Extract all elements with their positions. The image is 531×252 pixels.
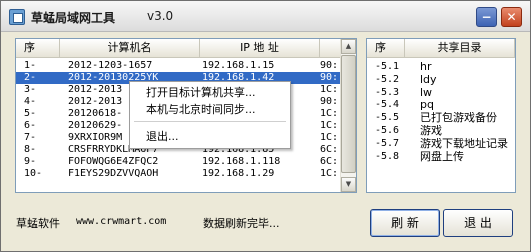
- row-ip-address: 192.168.1.15: [202, 60, 275, 71]
- row-extra: 90:: [320, 96, 339, 107]
- column-header-share-index[interactable]: 序: [367, 39, 405, 58]
- column-header-index[interactable]: 序: [16, 39, 60, 58]
- vertical-scrollbar[interactable]: ▲ ▼: [340, 39, 356, 192]
- list-item[interactable]: -5.8 网盘上传: [367, 151, 515, 163]
- menu-item-open-share[interactable]: 打开目标计算机共享...: [146, 85, 256, 101]
- menu-item-exit[interactable]: 退出...: [146, 129, 179, 145]
- list-item[interactable]: -5.7 游戏下载地址记录: [367, 138, 515, 150]
- list-item[interactable]: -5.3 lw: [367, 87, 515, 99]
- column-header-extra[interactable]: [320, 39, 342, 58]
- row-index: 7-: [24, 132, 37, 143]
- scroll-down-arrow-icon[interactable]: ▼: [341, 177, 356, 192]
- row-computer-name: FOFOWQG6E4ZFQC2: [68, 156, 159, 167]
- share-list[interactable]: 序 共享目录 -5.1 hr -5.2 ldy -5.3 lw -5.4 pq -5.5 已打包游…: [366, 38, 516, 193]
- menu-separator: [134, 121, 286, 122]
- column-header-ip-address[interactable]: IP 地 址: [200, 39, 320, 58]
- row-index: 5-: [24, 108, 37, 119]
- share-index: -5.1: [375, 61, 400, 72]
- share-dir-name: ldy: [420, 73, 437, 86]
- row-index: 4-: [24, 96, 37, 107]
- row-extra: 6C:: [320, 156, 339, 167]
- website-link[interactable]: www.crwmart.com: [76, 216, 166, 227]
- row-extra: 1C:: [320, 84, 339, 95]
- row-extra: 90:: [320, 72, 339, 83]
- scrollbar-thumb[interactable]: [341, 55, 356, 173]
- refresh-button[interactable]: 刷 新: [370, 209, 440, 237]
- app-icon: [9, 9, 25, 25]
- share-index: -5.3: [375, 86, 400, 98]
- row-index: 2-: [24, 72, 37, 83]
- column-header-computer-name[interactable]: 计算机名: [60, 39, 200, 58]
- table-row[interactable]: 9- FOFOWQG6E4ZFQC2 192.168.1.118 6C:: [16, 156, 340, 168]
- minimize-button[interactable]: −: [476, 7, 497, 27]
- row-index: 9-: [24, 156, 37, 167]
- row-extra: 1C:: [320, 168, 339, 179]
- row-computer-name: 2012-1203-1657: [68, 60, 153, 71]
- share-dir-name: 游戏: [420, 125, 442, 137]
- row-extra: 6C:: [320, 144, 339, 155]
- brand-label: 草蜢软件: [16, 217, 60, 230]
- share-index: -5.7: [375, 137, 400, 149]
- minimize-icon: −: [481, 10, 492, 24]
- row-index: 8-: [24, 144, 37, 155]
- row-ip-address: 192.168.1.29: [202, 168, 275, 179]
- list-item[interactable]: -5.4 pq: [367, 99, 515, 111]
- row-ip-address: 192.168.1.118: [202, 156, 281, 167]
- share-dir-name: hr: [420, 61, 432, 73]
- column-header-share-dir[interactable]: 共享目录: [405, 39, 515, 58]
- exit-button[interactable]: 退 出: [443, 209, 513, 237]
- row-extra: 1C:: [320, 120, 339, 131]
- share-dir-name: 网盘上传: [420, 150, 464, 163]
- row-index: 3-: [24, 84, 37, 95]
- row-index: 6-: [24, 120, 37, 131]
- row-index: 10-: [24, 168, 43, 179]
- menu-item-sync-time[interactable]: 本机与北京时间同步...: [146, 102, 256, 118]
- share-index: -5.6: [375, 125, 400, 136]
- close-icon: ✕: [506, 10, 517, 24]
- row-extra: 90:: [320, 60, 339, 71]
- close-button[interactable]: ✕: [501, 7, 522, 27]
- window-title: 草蜢局域网工具: [31, 11, 116, 25]
- window-version: v3.0: [147, 9, 174, 23]
- row-extra: 1C:: [320, 132, 339, 143]
- table-row[interactable]: 10- F1EYS29DZVVQAOH 192.168.1.29 1C:: [16, 168, 340, 180]
- row-computer-name: F1EYS29DZVVQAOH: [68, 168, 159, 179]
- share-dir-name: lw: [420, 86, 433, 99]
- share-dir-name: 已打包游戏备份: [420, 112, 497, 125]
- list-item[interactable]: -5.6 游戏: [367, 125, 515, 137]
- share-dir-name: pq: [420, 99, 434, 112]
- status-text: 数据刷新完毕...: [203, 217, 280, 230]
- share-index: -5.4: [375, 99, 400, 111]
- share-index: -5.2: [375, 73, 400, 85]
- share-dir-name: 游戏下载地址记录: [420, 137, 508, 150]
- app-window: 草蜢局域网工具 v3.0 − ✕ 序 计算机名 IP 地 址 1- 2012-12…: [0, 0, 531, 252]
- list-item[interactable]: -5.2 ldy: [367, 74, 515, 86]
- row-index: 1-: [24, 60, 37, 71]
- scroll-up-arrow-icon[interactable]: ▲: [341, 39, 356, 54]
- row-extra: 1C:: [320, 108, 339, 119]
- title-bar[interactable]: 草蜢局域网工具 v3.0 − ✕: [1, 1, 530, 32]
- table-row[interactable]: 1- 2012-1203-1657 192.168.1.15 90:: [16, 60, 340, 72]
- list-item[interactable]: -5.5 已打包游戏备份: [367, 112, 515, 124]
- share-index: -5.8: [375, 150, 400, 162]
- share-index: -5.5: [375, 112, 400, 124]
- context-menu: 打开目标计算机共享... 本机与北京时间同步... 退出...: [129, 81, 291, 149]
- list-item[interactable]: -5.1 hr: [367, 61, 515, 73]
